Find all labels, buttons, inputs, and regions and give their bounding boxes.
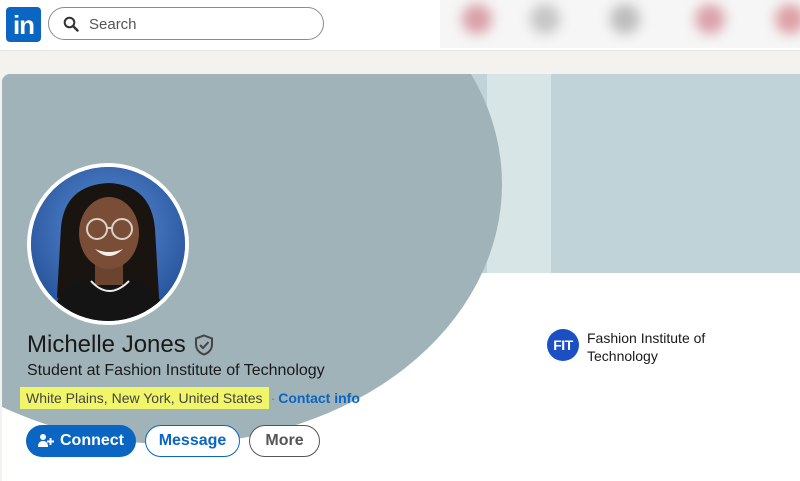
blurred-nav-icons [440, 0, 800, 48]
profile-name: Michelle Jones [27, 331, 186, 358]
profile-card: Michelle Jones Student at Fashion Instit… [2, 74, 800, 481]
more-button[interactable]: More [249, 425, 320, 457]
avatar[interactable] [27, 163, 189, 325]
message-label: Message [158, 432, 227, 449]
school-logo: FIT [547, 329, 579, 361]
linkedin-logo[interactable]: in [6, 7, 41, 42]
contact-info-link[interactable]: Contact info [278, 390, 360, 406]
action-buttons: Connect Message More [26, 425, 320, 457]
location-row: White Plains, New York, United States · … [20, 386, 360, 410]
add-person-icon [38, 434, 54, 447]
more-label: More [265, 432, 304, 449]
education-entry[interactable]: FIT Fashion Institute of Technology [547, 329, 727, 365]
search-icon [63, 16, 79, 32]
search-input[interactable] [87, 14, 311, 35]
message-button[interactable]: Message [145, 425, 240, 457]
connect-label: Connect [60, 432, 124, 449]
profile-photo [31, 167, 185, 321]
search-bar[interactable] [48, 7, 324, 40]
connect-button[interactable]: Connect [26, 425, 136, 457]
top-nav: in [0, 0, 800, 51]
school-name: Fashion Institute of Technology [587, 330, 706, 364]
profile-location: White Plains, New York, United States [20, 387, 269, 409]
profile-headline: Student at Fashion Institute of Technolo… [27, 362, 325, 379]
separator: · [270, 390, 276, 406]
verified-shield-icon[interactable] [194, 334, 214, 356]
name-row: Michelle Jones [27, 328, 214, 362]
